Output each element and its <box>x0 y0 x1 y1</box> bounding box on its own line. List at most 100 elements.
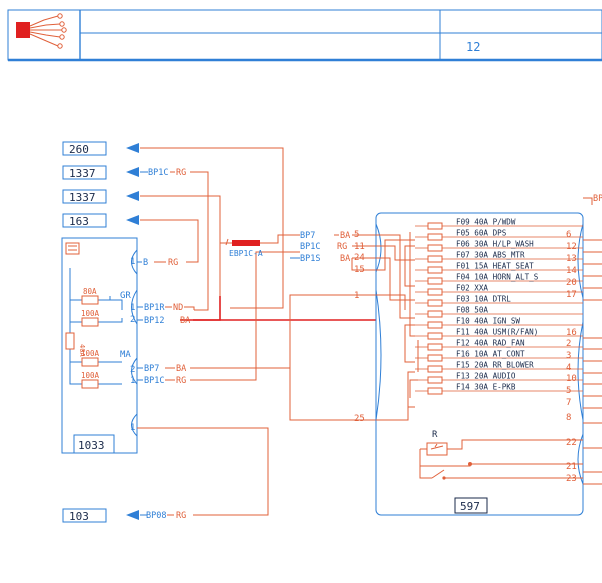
fuse-icon <box>427 255 443 263</box>
fuse-label: F01 15A HEAT_SEAT <box>456 262 534 271</box>
pin-label: 1 <box>130 423 135 433</box>
fuse-icon <box>427 376 443 384</box>
fuse-icon <box>427 310 443 318</box>
fuse-label: F07 30A ABS_MTR <box>456 251 525 260</box>
arrow-left-icon <box>126 215 139 225</box>
ma-label: MA <box>120 350 131 360</box>
fuse-icon <box>427 288 443 296</box>
relay-label: R <box>432 430 438 440</box>
pin-label: 5 <box>354 230 359 240</box>
fuse-label: F10 40A IGN_SW <box>456 317 520 326</box>
arrow-left-icon <box>126 143 139 153</box>
fuse-icon <box>427 387 443 395</box>
fuse-label: F08 50A <box>456 306 488 315</box>
pin-label: 1 <box>130 376 135 386</box>
fuse-icon <box>427 299 443 307</box>
fuse-label: 100A <box>81 349 100 358</box>
pin-label: 6 <box>566 230 571 240</box>
ground-label: GR <box>120 291 131 301</box>
pin-label: 21 <box>566 462 577 472</box>
reference-label: 103 <box>69 510 89 523</box>
fuse-label: F04 10A HORN_ALT_S <box>456 273 539 282</box>
pin-label: 25 <box>354 414 365 424</box>
wire-label: BP1S <box>300 254 320 264</box>
reference-label: 1337 <box>69 167 96 180</box>
arrow-left-icon <box>126 510 139 520</box>
wire-color: BA <box>180 316 190 326</box>
pin-label: 7 <box>566 398 571 408</box>
reference-label: 1337 <box>69 191 96 204</box>
wire-color: RG <box>337 242 347 252</box>
right-pins: 612131420171623410578222123 <box>566 230 602 485</box>
wire-color: BA <box>340 254 350 264</box>
pin-label: 24 <box>354 253 365 263</box>
pin-label: 10 <box>566 374 577 384</box>
pin-label: 13 <box>566 254 577 264</box>
pin-label: 22 <box>566 438 577 448</box>
fuse-icon <box>427 277 443 285</box>
left-module-1033: 1033 1 1 2 2 1 1 80A 100A 40A 100A 100A … <box>61 237 138 454</box>
fuse-label: F11 40A USM(R/FAN) <box>456 328 538 337</box>
page-number: 12 <box>466 40 480 54</box>
component-icon <box>65 242 80 255</box>
wire-color: BA <box>340 231 350 241</box>
pin-label: 3 <box>566 351 571 361</box>
pin-label: 5 <box>566 386 571 396</box>
pin-label: 15 <box>354 265 365 275</box>
fuse-label: F03 10A DTRL <box>456 295 511 304</box>
fuse-label: F15 20A RR_BLOWER <box>456 361 534 370</box>
fusebox-597: 597 5 11 24 15 1 25 F09 40A P/WDWF05 60A… <box>354 212 602 516</box>
pin-label: 12 <box>566 242 577 252</box>
fuse-label: F06 30A H/LP_WASH <box>456 240 534 249</box>
arrow-left-icon <box>126 167 139 177</box>
fuse-icon <box>427 244 443 252</box>
pin-label: 16 <box>566 328 577 338</box>
wire-label: BP1C <box>148 168 168 178</box>
fuse-list: F09 40A P/WDW F05 60A DPS F06 30A H/LP_WAS… <box>415 218 583 395</box>
fuse-icon <box>427 343 443 351</box>
wire-color: RG <box>176 168 186 178</box>
pin-label: 23 <box>566 474 577 484</box>
module-id: 1033 <box>78 439 105 452</box>
fuse-icon <box>427 354 443 362</box>
fuse-label: F12 40A RAD_FAN <box>456 339 525 348</box>
wire-color: RG <box>176 376 186 386</box>
title-block: 12 <box>7 9 602 62</box>
arrow-left-icon <box>126 191 139 201</box>
pin-label: 1 <box>354 291 359 301</box>
fuse-label: F09 40A P/WDW <box>456 218 516 227</box>
fuse-label: F14 30A E-PKB <box>456 383 516 392</box>
pin-label: 4 <box>566 363 571 373</box>
pin-label: 2 <box>130 315 135 325</box>
fuse-icon <box>427 321 443 329</box>
pin-label: 2 <box>130 365 135 375</box>
fuse-label: F02 XXA <box>456 284 488 293</box>
wire-label: BP <box>593 194 602 204</box>
fuse-label: 80A <box>83 287 97 296</box>
pin-label: 2 <box>566 339 571 349</box>
wire-label: BP1R <box>144 303 165 313</box>
reference-label: 163 <box>69 215 89 228</box>
wire-color: ND <box>173 303 183 313</box>
fuse-label: 100A <box>81 371 100 380</box>
connector-block[interactable] <box>232 240 260 246</box>
pin-label: 11 <box>354 242 365 252</box>
wire-label: BP1C <box>300 242 320 252</box>
wire-label: BP12 <box>144 316 164 326</box>
fusebox-id: 597 <box>460 500 480 513</box>
fuse-icon <box>427 332 443 340</box>
fuse-label: F13 20A AUDIO <box>456 372 516 381</box>
fuse-icon <box>427 233 443 241</box>
wire-color: BA <box>176 364 186 374</box>
harness-logo-icon <box>16 13 67 49</box>
wire-label: BP7 <box>300 231 315 241</box>
pin-label: 14 <box>566 266 577 276</box>
pin-label: 17 <box>566 290 577 300</box>
wire-color: RG <box>168 258 178 268</box>
fuse-label: F16 10A AT_CONT <box>456 350 525 359</box>
fuse-label: F05 60A DPS <box>456 229 507 238</box>
connector-label: EBP1C-A <box>229 249 263 258</box>
wire-color: RG <box>176 511 186 521</box>
wiring-diagram: 12 260 1337 1337 163 103 1033 1 1 2 2 1 … <box>7 9 602 523</box>
pin-label: 8 <box>566 413 571 423</box>
